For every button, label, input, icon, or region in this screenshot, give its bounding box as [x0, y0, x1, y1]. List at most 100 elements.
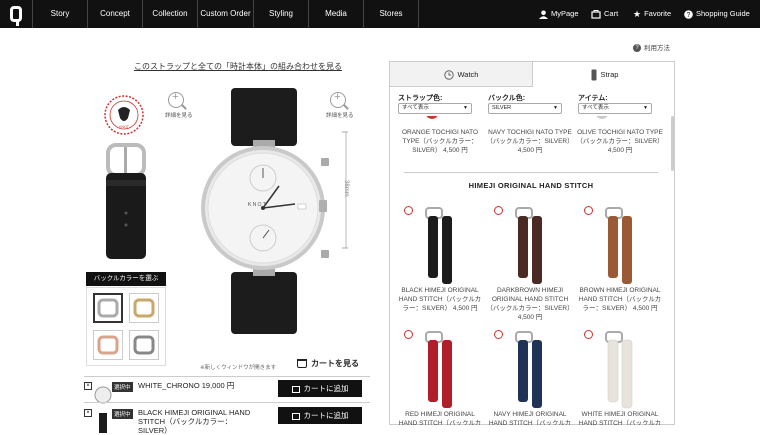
- product-card[interactable]: NAVY TOCHIGI NATO TYPE（バックルカラー：SILVER） 4…: [486, 128, 574, 155]
- product-card[interactable]: BLACK HIMEJI ORIGINAL HAND STITCH（バックルカラ…: [396, 206, 484, 313]
- cart-icon: [591, 9, 601, 19]
- product-image: [486, 330, 574, 410]
- buckle-rose-gold-swatch[interactable]: [93, 330, 123, 360]
- zoom-in-left-icon[interactable]: [168, 91, 184, 108]
- nav-collection[interactable]: Collection: [143, 0, 198, 28]
- add-to-cart-button[interactable]: カートに追加: [278, 380, 362, 397]
- nav-mypage[interactable]: MyPage: [539, 0, 579, 28]
- buckle-silver-icon: [97, 298, 119, 318]
- svg-text:?: ?: [687, 12, 691, 19]
- product-name: NAVY HIMEJI ORIGINAL HAND STITCH（バックルカラー…: [488, 411, 572, 425]
- view-cart-link[interactable]: カートを見る: [297, 358, 359, 369]
- strap-color-select[interactable]: すべて表示 ▼: [398, 103, 472, 114]
- buckle-rose-gold-icon: [97, 335, 119, 355]
- buckle-color-select[interactable]: SILVER ▼: [488, 103, 562, 114]
- brand-tag-icon: [404, 330, 413, 339]
- product-card[interactable]: DARKBROWN HIMEJI ORIGINAL HAND STITCH（バッ…: [486, 206, 574, 322]
- product-name: BLACK HIMEJI ORIGINAL HAND STITCH（バックルカラ…: [398, 287, 482, 312]
- clock-icon: [443, 70, 454, 80]
- product-card[interactable]: WHITE HIMEJI ORIGINAL HAND STITCH（バックルカラ…: [576, 330, 664, 425]
- strap-image: [425, 331, 452, 408]
- buckle-silver-swatch[interactable]: [93, 293, 123, 323]
- item-name: WHITE_CHRONO 19,000 円: [138, 381, 235, 390]
- tab-strap[interactable]: Strap: [533, 62, 676, 87]
- new-window-note: ※新しくウィンドウが開きます: [200, 365, 277, 371]
- product-image: [396, 206, 484, 286]
- strap-thumbnail: [99, 413, 107, 433]
- tab-strap-label: Strap: [600, 70, 619, 79]
- buckle-black-icon: [133, 335, 155, 355]
- nav-media[interactable]: Media: [309, 0, 364, 28]
- dropdown-arrow-icon: ▼: [553, 105, 558, 111]
- remove-icon[interactable]: ×: [84, 409, 92, 417]
- strap-image: [515, 331, 542, 408]
- buckle-black-swatch[interactable]: [129, 330, 159, 360]
- nav-shopping-guide[interactable]: ? Shopping Guide: [684, 0, 750, 28]
- buckle-gold-swatch[interactable]: [129, 293, 159, 323]
- product-card[interactable]: BROWN HIMEJI ORIGINAL HAND STITCH（バックルカラ…: [576, 206, 664, 313]
- strap-color-value: すべて表示: [402, 105, 429, 111]
- add-to-cart-label: カートに追加: [303, 411, 349, 420]
- product-card[interactable]: ORANGE TOCHIGI NATO TYPE（バックルカラー：SILVER）…: [396, 128, 484, 155]
- product-image: [486, 206, 574, 286]
- product-name: NAVY TOCHIGI NATO TYPE（バックルカラー：SILVER） 4…: [486, 129, 574, 154]
- nav-stores[interactable]: Stores: [364, 0, 419, 28]
- nav-favorite[interactable]: ★ Favorite: [633, 0, 671, 28]
- add-to-cart-label: カートに追加: [303, 384, 349, 393]
- strap-image: [605, 331, 633, 409]
- question-icon: ?: [633, 44, 641, 53]
- section-heading: HIMEJI ORIGINAL HAND STITCH: [404, 172, 658, 190]
- brand-tag-icon: [404, 206, 413, 215]
- nav-story[interactable]: Story: [33, 0, 88, 28]
- cart-icon: [297, 359, 307, 369]
- product-card[interactable]: NAVY HIMEJI ORIGINAL HAND STITCH（バックルカラー…: [486, 330, 574, 425]
- item-type-select[interactable]: すべて表示 ▼: [578, 103, 652, 114]
- product-name: ORANGE TOCHIGI NATO TYPE（バックルカラー：SILVER）…: [401, 129, 479, 154]
- product-name: OLIVE TOCHIGI NATO TYPE（バックルカラー：SILVER） …: [576, 129, 664, 154]
- product-image: [576, 206, 664, 286]
- zoom-left-label: 詳細を見る: [165, 113, 193, 119]
- svg-text:KNOT: KNOT: [119, 125, 130, 129]
- watch-image: ＫＮＯＴ: [201, 88, 329, 334]
- item-name: BLACK HIMEJI ORIGINAL HAND STITCH（バックルカラ…: [138, 408, 251, 435]
- selected-item-row: × 選択中 WHITE_CHRONO 19,000 円 カートに追加: [84, 380, 370, 408]
- nav-custom-order[interactable]: Custom Order: [198, 0, 254, 28]
- product-card[interactable]: OLIVE TOCHIGI NATO TYPE（バックルカラー：SILVER） …: [576, 128, 664, 155]
- combination-link[interactable]: このストラップと全ての「時計本体」の組み合わせを見る: [134, 61, 342, 72]
- item-type-value: すべて表示: [582, 105, 609, 111]
- product-name: BROWN HIMEJI ORIGINAL HAND STITCH（バックルカラ…: [578, 287, 662, 312]
- nav-concept[interactable]: Concept: [88, 0, 143, 28]
- strap-image: [515, 207, 542, 284]
- tab-watch[interactable]: Watch: [390, 62, 533, 87]
- product-scroll-area[interactable]: ORANGE TOCHIGI NATO TYPE（バックルカラー：SILVER）…: [392, 116, 670, 425]
- product-image: [396, 330, 484, 410]
- scrollbar[interactable]: [671, 116, 674, 171]
- divider: [84, 402, 370, 403]
- mypage-label: MyPage: [551, 9, 579, 18]
- buckle-color-label: バックル色:: [488, 95, 526, 102]
- buckle-gold-icon: [133, 298, 155, 318]
- strap-icon: [591, 69, 597, 81]
- add-to-cart-button[interactable]: カートに追加: [278, 407, 362, 424]
- strap-image: [605, 207, 632, 284]
- selected-badge: 選択中: [112, 409, 133, 419]
- quality-seal-icon: KNOT: [104, 95, 144, 135]
- buckle-color-panel: [86, 287, 166, 366]
- remove-icon[interactable]: ×: [84, 382, 92, 390]
- star-icon: ★: [633, 9, 642, 20]
- brand-logo[interactable]: [0, 0, 33, 28]
- svg-text:ＫＮＯＴ: ＫＮＯＴ: [247, 202, 267, 208]
- favorite-label: Favorite: [644, 9, 672, 18]
- dropdown-arrow-icon: ▼: [643, 105, 648, 111]
- nav-cart[interactable]: Cart: [591, 0, 618, 28]
- nav-styling[interactable]: Styling: [254, 0, 309, 28]
- buckle-color-header: バックルカラーを選ぶ: [86, 272, 166, 286]
- cart-icon: [291, 412, 300, 420]
- shopping-guide-label: Shopping Guide: [696, 9, 750, 18]
- item-type-label: アイテム:: [578, 95, 608, 102]
- product-card[interactable]: RED HIMEJI ORIGINAL HAND STITCH（バックルカラー：…: [396, 330, 484, 425]
- brand-tag-icon: [494, 330, 503, 339]
- size-label: 38mm: [343, 180, 349, 197]
- strap-color-label: ストラップ色:: [398, 95, 443, 102]
- help-link[interactable]: ? 利用方法: [633, 42, 670, 53]
